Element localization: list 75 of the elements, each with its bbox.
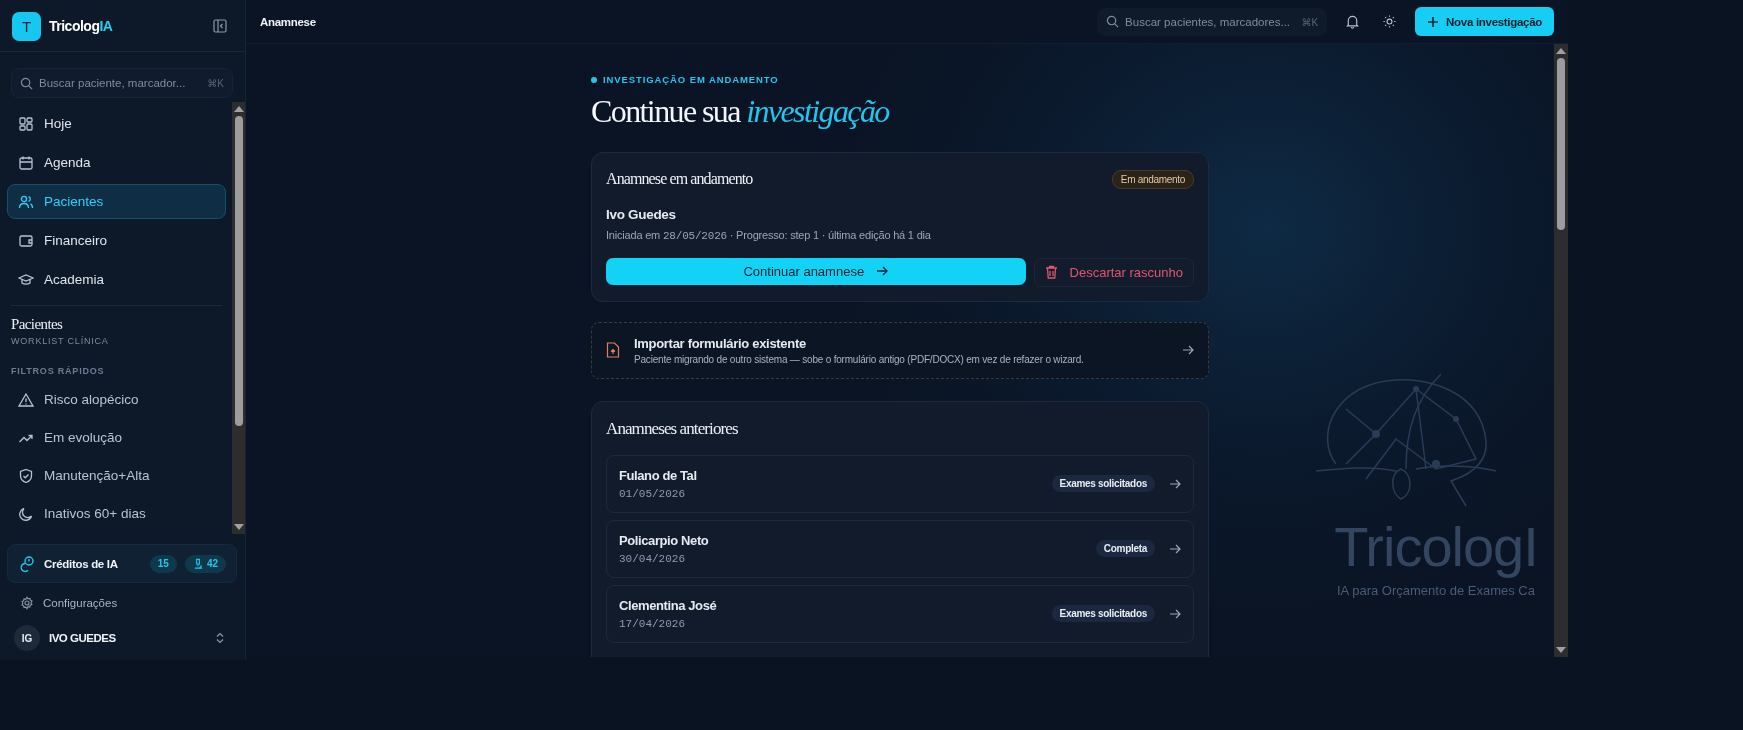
sun-icon[interactable]: [1382, 14, 1398, 29]
filter-item[interactable]: Inativos 60+ dias: [7, 496, 226, 531]
wallet-icon: [18, 232, 34, 249]
status-badge: Em andamento: [1111, 169, 1194, 189]
anamnesis-date: 30/04/2026: [619, 552, 686, 565]
warning-icon: [18, 391, 34, 408]
moon-icon: [18, 505, 34, 522]
anamnesis-row[interactable]: Clementina José 17/04/2026 Exames solicitados: [606, 584, 1194, 643]
anamnesis-date: 01/05/2026: [619, 487, 686, 500]
graduation-cap-icon: [18, 271, 34, 288]
status-badge: Exames solicitados: [1051, 605, 1155, 623]
collapse-sidebar-icon[interactable]: [213, 19, 227, 33]
settings-icon: [20, 596, 34, 610]
patient-name: Ivo Guedes: [606, 206, 677, 222]
nav-item[interactable]: Financeiro: [7, 223, 226, 258]
notification-bell-icon[interactable]: [1345, 14, 1361, 29]
plus-icon: [1427, 15, 1440, 28]
credit-count: 42: [184, 554, 226, 573]
nav-item[interactable]: Academia: [7, 262, 226, 297]
nav-item[interactable]: Agenda: [7, 145, 226, 180]
card-title: Anamneses anteriores: [606, 418, 739, 439]
page-title: Anamnese: [260, 15, 317, 28]
continue-button[interactable]: Continuar anamnese: [606, 257, 1026, 285]
trash-icon: [1044, 265, 1058, 280]
section-subtitle: WORKLIST CLÍNICA: [10, 336, 110, 346]
anamnesis-meta: Iniciada em 28/05/2026 · Progresso: step 1 · última edição há 1 dia: [606, 228, 932, 242]
filter-item[interactable]: Risco alopécico: [7, 382, 226, 417]
brand-logo: T: [12, 11, 41, 41]
arrow-right-icon: [1182, 344, 1194, 357]
nav-item[interactable]: Hoje: [7, 106, 226, 141]
scrollbar[interactable]: [232, 102, 245, 534]
import-form-card[interactable]: Importar formulário existente Paciente migrando de outro sistema — sobe o formulário antigo (PDF/DOCX) em vez de refazer o wizard.: [591, 321, 1209, 379]
search-icon: [1106, 15, 1120, 28]
nav-item[interactable]: Pacientes: [7, 184, 226, 219]
filter-item[interactable]: Manutenção+Alta: [7, 458, 226, 493]
chevrons-icon: [215, 632, 225, 644]
credits-label: Créditos de IA: [44, 557, 119, 570]
shortcut-hint: ⌘K: [1301, 16, 1319, 27]
user-menu[interactable]: IG IVO GUEDES: [0, 625, 245, 651]
arrow-right-icon: [1169, 542, 1181, 555]
search-icon: [20, 76, 33, 90]
section-title: Pacientes: [10, 316, 64, 333]
page-heading: Continue sua investigação: [591, 93, 891, 130]
anamnesis-row[interactable]: Fulano de Tal 01/05/2026 Exames solicitados: [606, 454, 1194, 513]
status-badge: Exames solicitados: [1051, 475, 1155, 493]
filter-item[interactable]: Em evolução: [7, 420, 226, 455]
credit-count: 15: [149, 554, 177, 573]
shield-check-icon: [18, 467, 34, 484]
patient-name: Clementina José: [619, 597, 718, 613]
new-investigation-button[interactable]: Nova investigação: [1415, 7, 1554, 36]
background-logo-tagline: IA para Orçamento de Exames Ca: [1337, 583, 1535, 598]
avatar: IG: [14, 625, 40, 651]
calendar-icon: [18, 154, 34, 171]
scrollbar[interactable]: [1554, 44, 1568, 657]
shortcut-hint: ⌘K: [207, 77, 224, 89]
arrow-right-icon: [1169, 477, 1181, 490]
file-upload-icon: [606, 342, 620, 359]
arrow-right-icon: [876, 265, 889, 278]
filters-heading: FILTROS RÁPIDOS: [10, 366, 106, 376]
anamnesis-row[interactable]: Policarpio Neto 30/04/2026 Completa: [606, 519, 1194, 578]
settings-link[interactable]: Configurações: [0, 596, 245, 610]
status-overline: INVESTIGAÇÃO EM ANDAMENTO: [591, 74, 1209, 85]
status-badge: Completa: [1095, 540, 1155, 558]
credits-panel[interactable]: Créditos de IA 15 42: [7, 544, 237, 583]
anamnesis-date: 17/04/2026: [619, 617, 686, 630]
discard-button[interactable]: Descartar rascunho: [1033, 257, 1194, 287]
arrow-right-icon: [1169, 607, 1181, 620]
card-title: Anamnese em andamento: [606, 170, 753, 189]
people-icon: [18, 193, 34, 210]
patient-name: Fulano de Tal: [619, 467, 698, 483]
brand-name: TricologIA: [49, 18, 114, 34]
import-description: Paciente migrando de outro sistema — sobe o formulário antigo (PDF/DOCX) em vez de refazer o wizard.: [634, 353, 1085, 365]
import-title: Importar formulário existente: [634, 335, 807, 351]
grid-icon: [18, 115, 34, 132]
patient-name: Policarpio Neto: [619, 532, 710, 548]
